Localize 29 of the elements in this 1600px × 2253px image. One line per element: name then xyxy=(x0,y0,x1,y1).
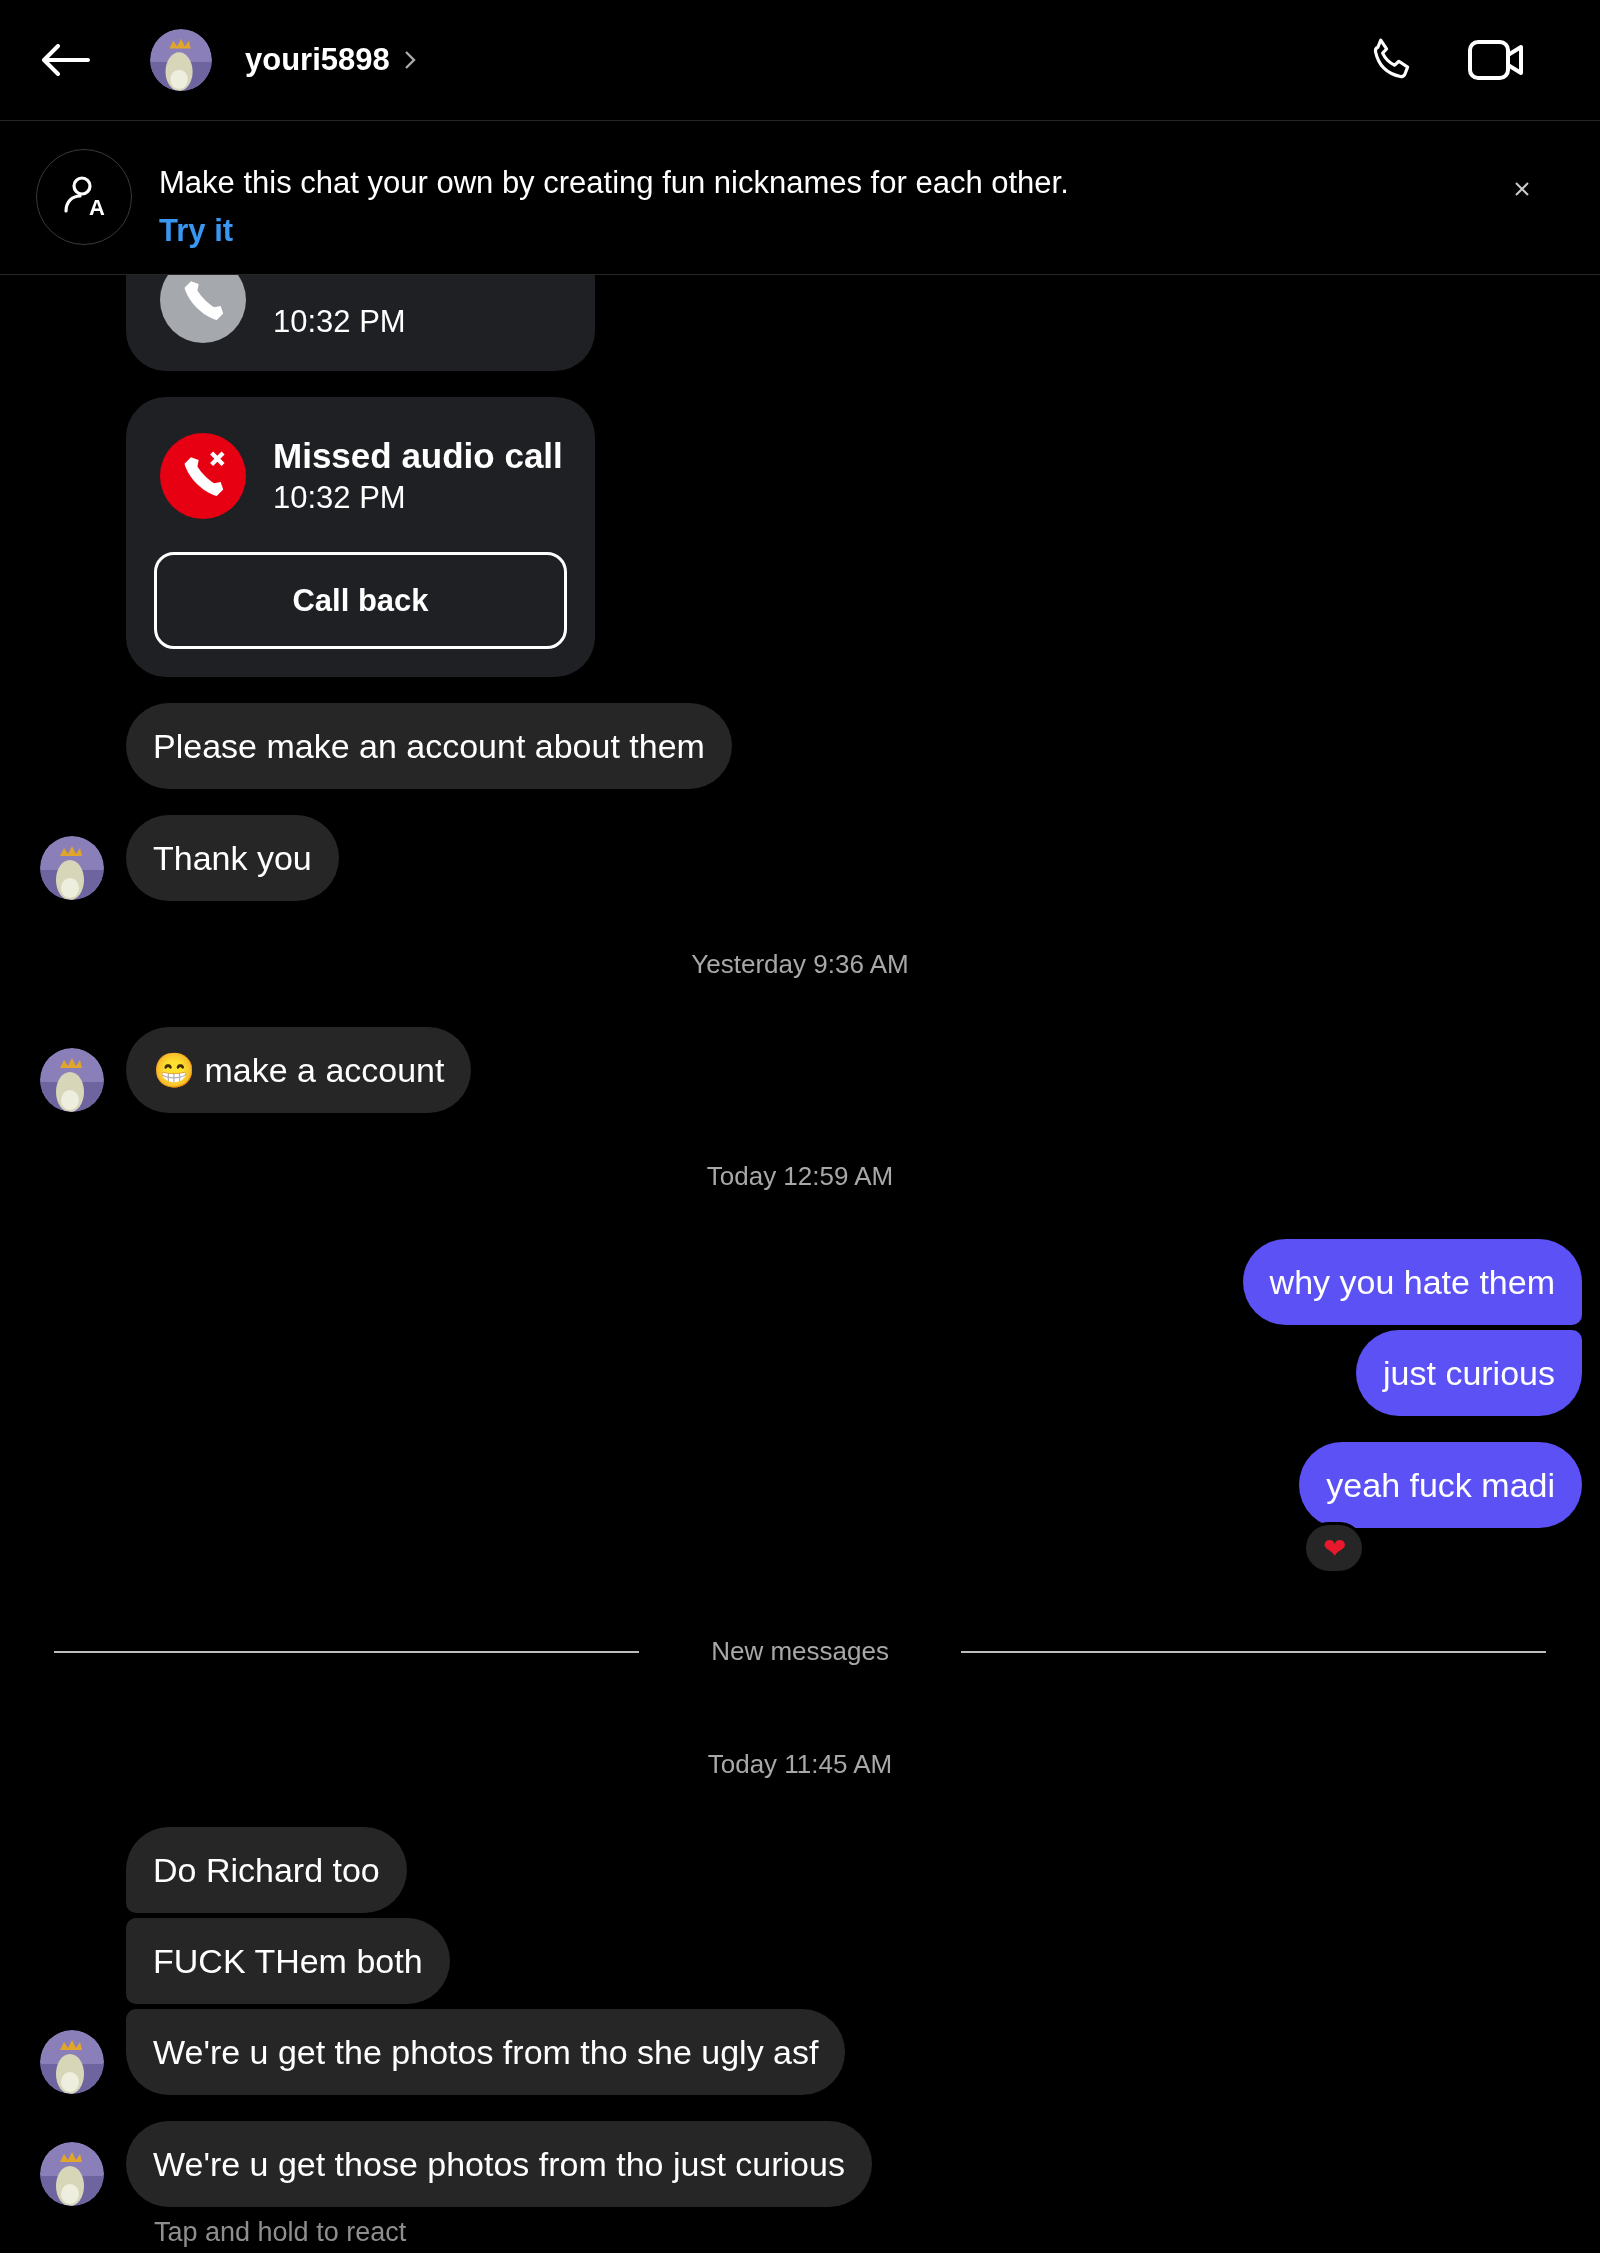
message-bubble[interactable]: Thank you xyxy=(126,815,339,901)
message-bubble[interactable]: why you hate them xyxy=(1242,1239,1582,1325)
message-bubble[interactable]: just curious xyxy=(1356,1330,1582,1416)
call-icon xyxy=(160,275,246,343)
new-messages-label: New messages xyxy=(710,1636,890,1667)
missed-call-icon xyxy=(160,433,246,519)
call-back-button[interactable]: Call back xyxy=(154,552,567,649)
timestamp: Yesterday 9:36 AM xyxy=(691,949,909,979)
try-it-link[interactable]: Try it xyxy=(159,213,234,249)
message-bubble[interactable]: We're u get those photos from tho just curious xyxy=(126,2121,872,2207)
close-icon[interactable] xyxy=(1514,181,1530,197)
username[interactable]: youri5898 xyxy=(245,42,390,78)
chevron-icon[interactable] xyxy=(403,50,416,70)
icon-letter: A xyxy=(89,195,105,221)
back-icon[interactable] xyxy=(40,44,90,76)
call-time: 10:32 PM xyxy=(273,303,406,341)
message-bubble[interactable]: Please make an account about them xyxy=(126,703,732,789)
message-bubble[interactable]: FUCK THem both xyxy=(126,1918,450,2004)
video-icon[interactable] xyxy=(1467,37,1525,83)
message-bubble[interactable]: yeah fuck madi xyxy=(1299,1442,1582,1528)
timestamp: Today 11:45 AM xyxy=(707,1749,893,1779)
call-time: 10:32 PM xyxy=(273,479,407,517)
message-bubble[interactable]: 😁 make a account xyxy=(126,1027,472,1113)
react-hint: Tap and hold to react xyxy=(154,2217,408,2248)
call-title: Missed audio call xyxy=(273,435,563,477)
message-bubble[interactable]: We're u get the photos from tho she ugly asf xyxy=(126,2009,846,2095)
message-bubble[interactable]: Do Richard too xyxy=(126,1827,407,1913)
timestamp: Today 12:59 AM xyxy=(706,1161,894,1191)
banner-text: Make this chat your own by creating fun nicknames for each other. xyxy=(159,164,1070,202)
